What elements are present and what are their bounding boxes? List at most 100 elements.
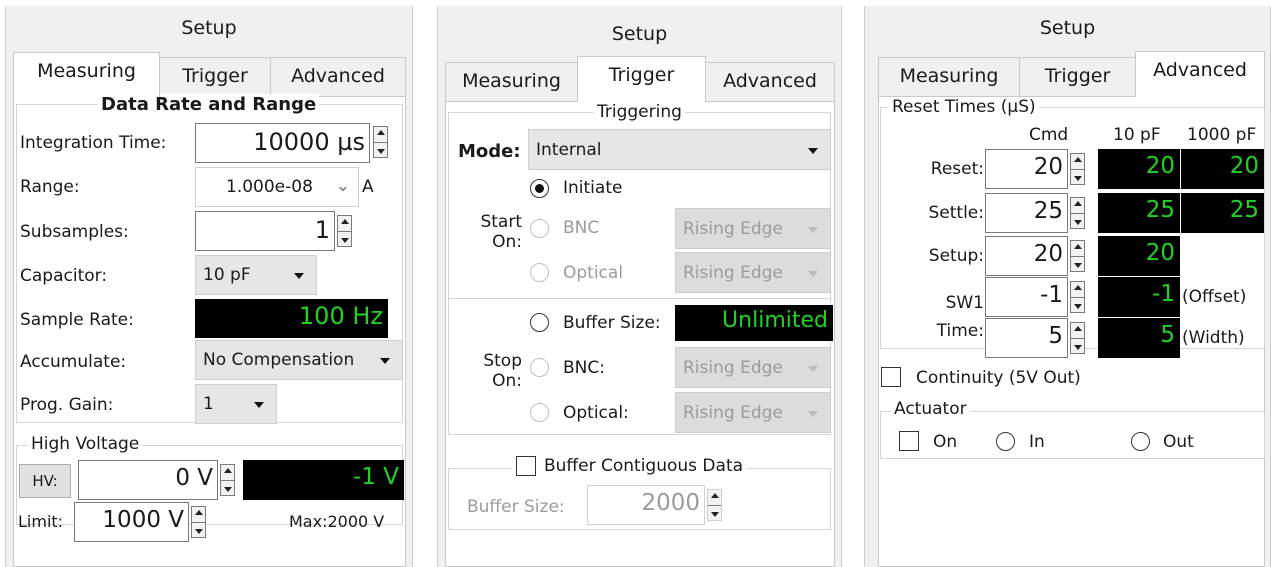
stop-optical-radio[interactable] [530, 403, 549, 422]
sw1-offset-cmd-spinner[interactable] [1070, 281, 1085, 313]
tab-advanced[interactable]: Advanced [1135, 51, 1265, 97]
prog-gain-value: 1 [203, 394, 214, 414]
setup-label: Setup: [928, 246, 984, 266]
tab-body: Triggering Mode: Internal Initiate Start… [445, 101, 835, 567]
tab-advanced[interactable]: Advanced [270, 57, 406, 97]
start-optical-label: Optical [563, 263, 624, 283]
tab-measuring[interactable]: Measuring [878, 57, 1020, 97]
buffer-size-label: Buffer Size: [563, 313, 661, 333]
stop-optical-label: Optical: [563, 403, 629, 423]
continuity-checkbox[interactable] [881, 367, 901, 387]
chevron-down-icon: ⌄ [335, 176, 350, 196]
start-on-label: Start On: [477, 212, 522, 252]
range-unit: A [362, 177, 374, 197]
settle-10pf-display: 25 [1098, 193, 1180, 233]
stop-optical-edge-dropdown[interactable]: Rising Edge [675, 392, 831, 433]
sw1-width-cmd-input[interactable]: 5 [985, 318, 1068, 358]
buffer-size2-spinner[interactable] [707, 489, 722, 521]
setup-cmd-spinner[interactable] [1070, 240, 1085, 272]
on-label: On: [492, 371, 522, 391]
tab-trigger[interactable]: Trigger [159, 57, 271, 97]
reset-cmd-spinner[interactable] [1070, 153, 1085, 185]
sw1-width-cmd-spinner[interactable] [1070, 322, 1085, 354]
actuator-title: Actuator [891, 399, 970, 419]
accumulate-label: Accumulate: [20, 352, 127, 372]
prog-gain-dropdown[interactable]: 1 [195, 384, 277, 424]
actuator-on-checkbox[interactable] [899, 431, 919, 451]
tab-trigger[interactable]: Trigger [577, 56, 706, 102]
reset-cmd-input[interactable]: 20 [985, 149, 1068, 189]
actuator-out-label: Out [1163, 432, 1194, 452]
setup-cmd-input[interactable]: 20 [985, 236, 1068, 276]
edge-value: Rising Edge [683, 358, 783, 378]
stop-bnc-edge-dropdown[interactable]: Rising Edge [675, 347, 831, 388]
reset-1000pf-display: 20 [1181, 149, 1264, 189]
accumulate-dropdown[interactable]: No Compensation [195, 340, 403, 380]
range-select[interactable]: 1.000e-08 ⌄ [195, 167, 359, 207]
col-cmd-header: Cmd [1029, 125, 1069, 145]
integration-time-label: Integration Time: [20, 133, 167, 153]
group-title: Data Rate and Range [98, 94, 320, 115]
panel-title: Setup [611, 23, 668, 45]
buffer-size2-input[interactable]: 2000 [587, 485, 705, 525]
capacitor-dropdown[interactable]: 10 pF [195, 255, 317, 295]
integration-time-spinner[interactable] [373, 126, 388, 158]
chevron-down-icon [808, 410, 818, 417]
actuator-in-radio[interactable] [996, 432, 1015, 451]
range-label: Range: [20, 177, 80, 197]
start-optical-radio[interactable] [530, 263, 549, 282]
capacitor-value: 10 pF [203, 265, 251, 285]
col-10pf-header: 10 pF [1113, 125, 1161, 145]
stop-bnc-radio[interactable] [530, 358, 549, 377]
hv-input[interactable]: 0 V [78, 460, 218, 500]
integration-time-input[interactable]: 10000 µs [195, 123, 370, 163]
start-bnc-edge-dropdown[interactable]: Rising Edge [675, 208, 831, 249]
start-bnc-radio[interactable] [530, 219, 549, 238]
subsamples-input[interactable]: 1 [195, 211, 335, 251]
buffer-contiguous-checkbox[interactable] [516, 456, 536, 476]
sample-rate-label: Sample Rate: [20, 310, 134, 330]
divider [448, 298, 831, 299]
mode-dropdown[interactable]: Internal [528, 129, 831, 170]
sw1-offset-display: -1 [1098, 277, 1180, 317]
tab-body: Data Rate and Range Integration Time: 10… [13, 94, 406, 567]
start-bnc-label: BNC [563, 218, 600, 238]
hv-spinner[interactable] [220, 464, 235, 496]
buffer-contiguous-label: Buffer Contiguous Data [544, 456, 744, 476]
tab-measuring[interactable]: Measuring [445, 62, 578, 102]
hv-button[interactable]: HV: [19, 464, 71, 498]
subsamples-spinner[interactable] [337, 215, 352, 247]
tab-measuring[interactable]: Measuring [13, 52, 160, 97]
col-1000pf-header: 1000 pF [1187, 125, 1257, 145]
initiate-label: Initiate [563, 178, 623, 198]
sw1-label: SW1 [945, 293, 984, 313]
high-voltage-title: High Voltage [28, 434, 143, 454]
chevron-down-icon [380, 358, 390, 364]
chevron-down-icon [808, 365, 818, 372]
tab-advanced[interactable]: Advanced [705, 62, 835, 102]
initiate-radio[interactable] [530, 179, 549, 198]
panel-title: Setup [1039, 17, 1096, 39]
width-note: (Width) [1182, 328, 1245, 348]
start-label: Start [480, 212, 522, 232]
chevron-down-icon [808, 147, 818, 154]
triggering-title: Triggering [594, 102, 685, 122]
limit-input[interactable]: 1000 V [74, 502, 189, 542]
buffer-size-display: Unlimited [675, 305, 833, 341]
settle-cmd-spinner[interactable] [1070, 197, 1085, 229]
chevron-down-icon [294, 273, 304, 279]
reset-label: Reset: [930, 159, 984, 179]
time-label: Time: [936, 321, 984, 341]
limit-spinner[interactable] [191, 506, 206, 538]
buffer-contiguous-header: Buffer Contiguous Data [512, 456, 748, 476]
accumulate-value: No Compensation [203, 350, 355, 370]
hv-readout: -1 V [243, 460, 404, 500]
actuator-out-radio[interactable] [1131, 432, 1150, 451]
settle-cmd-input[interactable]: 25 [985, 193, 1068, 233]
tab-trigger[interactable]: Trigger [1019, 57, 1136, 97]
start-optical-edge-dropdown[interactable]: Rising Edge [675, 252, 831, 293]
capacitor-label: Capacitor: [20, 266, 108, 286]
buffer-size-radio[interactable] [530, 313, 549, 332]
chevron-down-icon [808, 226, 818, 233]
sw1-offset-cmd-input[interactable]: -1 [985, 277, 1068, 317]
